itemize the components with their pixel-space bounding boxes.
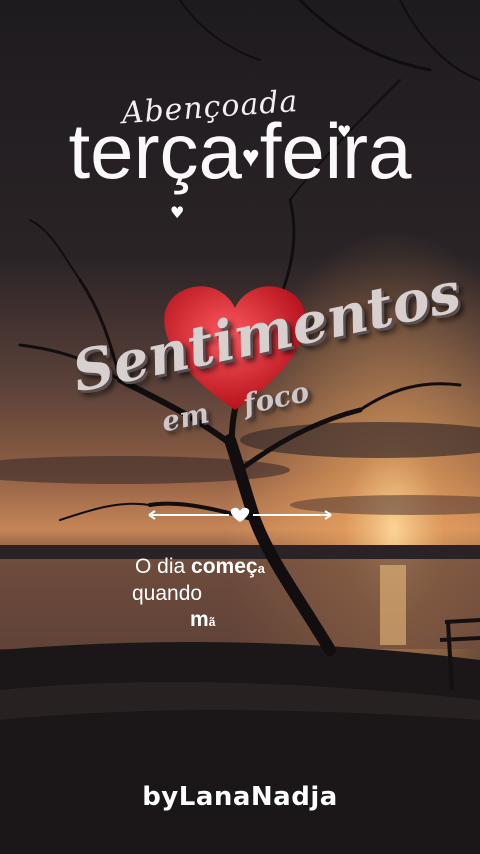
title-word-feira: feira [259,107,412,195]
heart-divider [148,507,332,522]
small-heart-icon: ♥ [170,203,185,222]
small-heart-icon: ♥ [337,122,352,141]
message-text-small: ã [208,615,216,629]
title-word-terca: terça [68,107,242,195]
message-line-3: mã [190,608,215,632]
divider-heart-icon [230,507,250,522]
author-signature: byLanaNadja [142,782,338,812]
message-line-2: quando [132,582,202,606]
message-text: O dia [135,555,192,578]
message-text-bold: m [190,608,209,631]
message-text-bold: começ [191,555,258,578]
message-line-1: O dia começa [135,555,265,579]
message-text-small: a [257,561,265,576]
heart-separator-icon: ♥ [241,140,260,174]
main-title: terça♥feira [0,112,480,190]
story-canvas: Abençoada terça♥feira ♥ ♥ Sentimentos em… [0,0,480,854]
message-text: quando [132,582,203,605]
